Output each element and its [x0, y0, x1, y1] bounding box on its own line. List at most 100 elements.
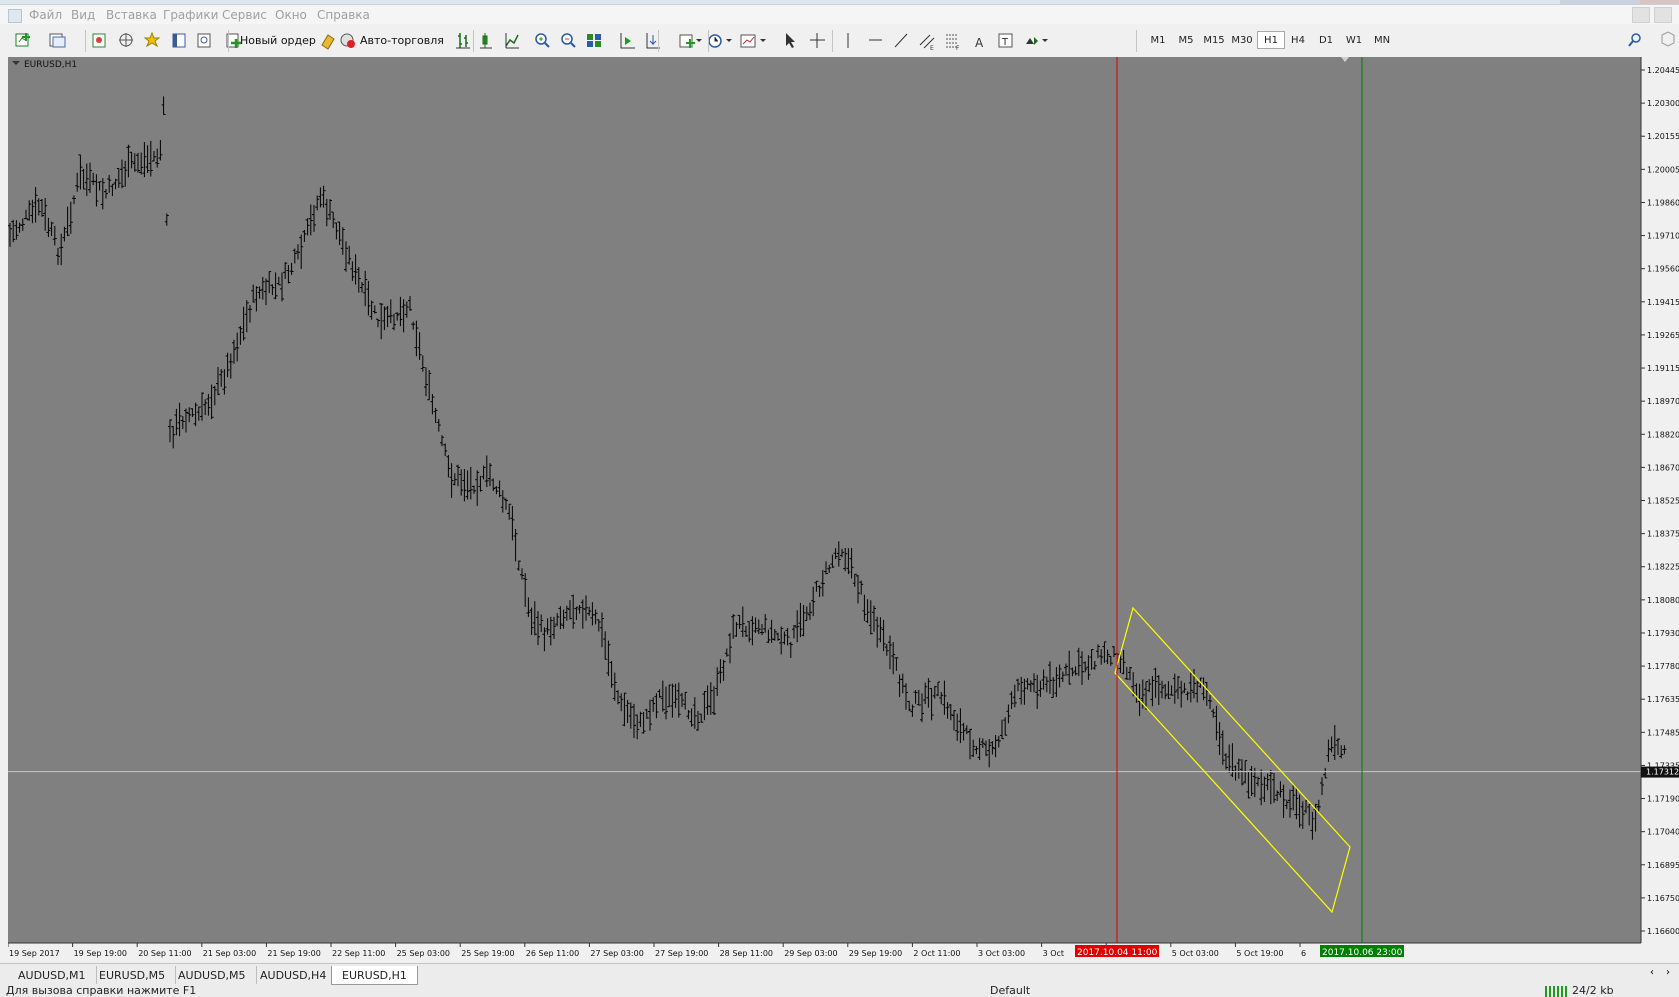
- cursor-icon[interactable]: [786, 33, 795, 48]
- timeframe-m15[interactable]: M15: [1201, 31, 1227, 49]
- text-icon[interactable]: A: [975, 36, 984, 50]
- menu-insert[interactable]: Вставка: [106, 8, 157, 22]
- equidistant-channel-icon[interactable]: E: [919, 34, 935, 52]
- menu-view[interactable]: Вид: [71, 8, 95, 22]
- timeframe-m5[interactable]: M5: [1173, 31, 1199, 49]
- price-chart[interactable]: 1.20445 1.20300 1.20155 1.20005 1.19860 1.197…: [0, 55, 1679, 962]
- arrows-icon[interactable]: [1026, 37, 1048, 45]
- text-label-icon[interactable]: T: [998, 33, 1013, 48]
- auto-scroll-icon[interactable]: [620, 33, 635, 49]
- close-window-button[interactable]: [1640, 0, 1679, 4]
- minimize-window-button[interactable]: [1560, 0, 1600, 4]
- trendline-icon[interactable]: [894, 33, 908, 48]
- timeframe-h4[interactable]: H4: [1285, 31, 1311, 49]
- time-tick-label: 26 Sep 11:00: [526, 949, 579, 958]
- price-tick-label: 1.16895: [1647, 861, 1679, 870]
- price-tick-label: 1.16600: [1647, 927, 1679, 936]
- main-toolbar: E F A T Новый ордер Авто-торговля M1 M5 …: [0, 25, 1679, 56]
- price-tick-label: 1.17780: [1647, 662, 1679, 671]
- timeframe-mn[interactable]: MN: [1369, 31, 1395, 49]
- menu-help[interactable]: Справка: [317, 8, 370, 22]
- price-tick-label: 1.20300: [1647, 99, 1679, 108]
- tab-audusd-h4[interactable]: AUDUSD,H4: [250, 966, 338, 984]
- tab-audusd-m1[interactable]: AUDUSD,M1: [8, 966, 97, 984]
- menu-tools[interactable]: Сервис: [222, 8, 267, 22]
- fibonacci-icon[interactable]: F: [946, 34, 960, 52]
- periods-icon[interactable]: [708, 34, 732, 48]
- chart-left-border: [0, 55, 8, 962]
- menu-charts[interactable]: Графики: [163, 8, 218, 22]
- tab-eurusd-m5[interactable]: EURUSD,M5: [89, 966, 177, 984]
- time-tick-label: 29 Sep 03:00: [784, 949, 837, 958]
- timeframe-w1[interactable]: W1: [1341, 31, 1367, 49]
- price-tick-label: 1.18225: [1647, 563, 1679, 572]
- toolbar-separator: [708, 30, 709, 52]
- market-watch-icon[interactable]: [92, 33, 106, 48]
- tab-scroll-right-icon[interactable]: ›: [1666, 967, 1670, 978]
- svg-text:F: F: [956, 45, 960, 52]
- menu-bar: Файл Вид Вставка Графики Сервис Окно Спр…: [0, 5, 1679, 24]
- time-tick-label: 29 Sep 19:00: [849, 949, 902, 958]
- timeframe-m30[interactable]: M30: [1229, 31, 1255, 49]
- price-tick-label: 1.18820: [1647, 430, 1679, 439]
- profiles-icon[interactable]: [49, 33, 66, 48]
- price-tick-label: 1.20155: [1647, 132, 1679, 141]
- menu-file[interactable]: Файл: [29, 8, 62, 22]
- new-order-icon[interactable]: [226, 33, 241, 48]
- timeframe-m1[interactable]: M1: [1145, 31, 1171, 49]
- menu-window[interactable]: Окно: [275, 8, 307, 22]
- time-tick-label: 25 Sep 19:00: [461, 949, 514, 958]
- auto-trading-button[interactable]: Авто-торговля: [360, 31, 460, 49]
- time-tick-label: 3 Oct 03:00: [978, 949, 1025, 958]
- favorites-icon[interactable]: [143, 31, 161, 48]
- data-window-icon[interactable]: [172, 33, 186, 48]
- maximize-window-button[interactable]: [1600, 0, 1640, 4]
- status-traffic: 24/2 kb: [1572, 986, 1614, 997]
- time-tick-label: 21 Sep 19:00: [267, 949, 320, 958]
- chart-window[interactable]: 1.20445 1.20300 1.20155 1.20005 1.19860 1.197…: [0, 55, 1679, 962]
- time-tick-label: 25 Sep 03:00: [397, 949, 450, 958]
- zoom-in-icon[interactable]: [535, 33, 550, 48]
- chart-plot-area[interactable]: [8, 57, 1641, 943]
- status-profile[interactable]: Default: [990, 986, 1030, 997]
- toolbar-separator: [658, 30, 659, 52]
- zoom-window-icon[interactable]: [197, 33, 211, 48]
- templates-icon[interactable]: [740, 34, 766, 48]
- current-price-label: 1.17312: [1646, 768, 1679, 777]
- price-tick-label: 1.20005: [1647, 165, 1679, 174]
- new-chart-icon[interactable]: [15, 33, 30, 47]
- time-tick-label: 28 Sep 11:00: [720, 949, 773, 958]
- time-tick-label: 22 Sep 11:00: [332, 949, 385, 958]
- timeframe-h1[interactable]: H1: [1257, 31, 1285, 49]
- price-tick-label: 1.17040: [1647, 828, 1679, 837]
- mdi-minimize-button[interactable]: [1632, 7, 1650, 23]
- green-line-time-label: 2017.10.06 23:00: [1322, 948, 1403, 958]
- tab-eurusd-h1[interactable]: EURUSD,H1: [331, 966, 418, 985]
- zoom-out-icon[interactable]: [561, 33, 576, 48]
- price-tick-label: 1.16750: [1647, 894, 1679, 903]
- time-tick-label: 3 Oct: [1043, 949, 1064, 958]
- price-tick-label: 1.18670: [1647, 463, 1679, 472]
- time-tick-label: 19 Sep 19:00: [74, 949, 127, 958]
- price-tick-label: 1.18375: [1647, 530, 1679, 539]
- chart-symbol-label: EURUSD,H1: [24, 60, 77, 70]
- candlestick-icon[interactable]: [480, 33, 492, 49]
- toolbar-separator: [1136, 30, 1137, 52]
- auto-trading-icon[interactable]: [340, 33, 355, 48]
- new-order-button[interactable]: Новый ордер: [240, 31, 326, 49]
- crosshair-icon[interactable]: [810, 33, 825, 48]
- svg-text:A: A: [975, 36, 984, 50]
- tab-scroll-left-icon[interactable]: ‹: [1650, 967, 1654, 978]
- toolbar-separator: [85, 30, 86, 52]
- search-icon[interactable]: [1628, 33, 1641, 47]
- tile-windows-icon[interactable]: [587, 34, 601, 47]
- navigator-icon[interactable]: [119, 33, 133, 47]
- mdi-restore-button[interactable]: [1654, 7, 1672, 23]
- price-tick-label: 1.17485: [1647, 728, 1679, 737]
- price-tick-label: 1.19860: [1647, 198, 1679, 207]
- timeframe-d1[interactable]: D1: [1313, 31, 1339, 49]
- tab-audusd-m5[interactable]: AUDUSD,M5: [168, 966, 257, 984]
- line-chart-icon[interactable]: [505, 33, 519, 49]
- indicators-icon[interactable]: [679, 34, 702, 48]
- time-tick-label: 6: [1301, 949, 1306, 958]
